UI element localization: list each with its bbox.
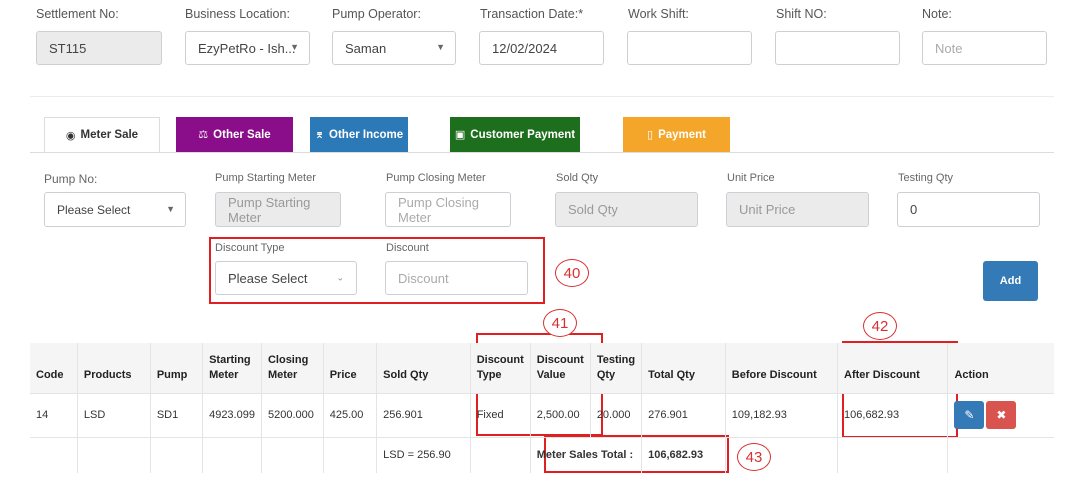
- testing-qty-label: Testing Qty: [898, 172, 954, 184]
- cell-discount-type: Fixed: [470, 392, 531, 437]
- settlement-no-field: ST115: [36, 31, 162, 65]
- business-location-label: Business Location:: [185, 7, 290, 21]
- settlement-no-label: Settlement No:: [36, 7, 119, 21]
- note-input[interactable]: Note: [922, 31, 1047, 65]
- pump-starting-meter-label: Pump Starting Meter: [215, 172, 316, 184]
- col-total-qty: Total Qty: [641, 343, 726, 393]
- cell-total-qty: 276.901: [641, 392, 726, 437]
- col-after-discount: After Discount: [837, 343, 949, 393]
- tab-payment[interactable]: ▯ Payment: [623, 117, 730, 152]
- col-discount-type: Discount Type: [470, 343, 531, 393]
- shift-no-input[interactable]: [775, 31, 900, 65]
- tab-other-income-label: Other Income: [329, 128, 404, 141]
- annotation-box-discount-fields: [209, 237, 545, 304]
- table-header-row: Code Products Pump Starting Meter Closing…: [30, 343, 1054, 393]
- cell-products: LSD: [77, 392, 151, 437]
- work-shift-input[interactable]: [627, 31, 752, 65]
- cell-sold-qty: 256.901: [376, 392, 471, 437]
- caret-down-icon: ▼: [290, 42, 299, 52]
- col-sold-qty: Sold Qty: [376, 343, 471, 393]
- cell-pump: SD1: [150, 392, 204, 437]
- header-divider: [30, 96, 1054, 97]
- meter-sales-table: Code Products Pump Starting Meter Closing…: [30, 343, 1054, 473]
- unit-price-label: Unit Price: [727, 172, 775, 184]
- cell-price: 425.00: [323, 392, 378, 437]
- col-testing-qty: Testing Qty: [590, 343, 643, 393]
- callout-40: 40: [555, 259, 589, 287]
- tab-underline: [30, 152, 1054, 153]
- col-price: Price: [323, 343, 378, 393]
- caret-down-icon: ▼: [166, 203, 175, 214]
- col-code: Code: [30, 343, 78, 393]
- edit-icon[interactable]: ✎: [954, 401, 985, 429]
- transaction-date-input[interactable]: 12/02/2024: [479, 31, 604, 65]
- callout-41: 41: [543, 309, 577, 337]
- pump-operator-select[interactable]: Saman ▼: [332, 31, 456, 65]
- cell-testing-qty: 20.000: [590, 392, 643, 437]
- col-before-discount: Before Discount: [725, 343, 839, 393]
- tab-customer-payment-label: Customer Payment: [470, 128, 576, 141]
- cell-action: ✎ ✖: [947, 392, 1054, 437]
- tab-other-sale-label: Other Sale: [213, 128, 271, 141]
- cell-closing-meter: 5200.000: [261, 392, 324, 437]
- pump-starting-meter-input[interactable]: Pump Starting Meter: [215, 192, 341, 227]
- testing-qty-input[interactable]: 0: [897, 192, 1040, 227]
- sold-qty-label: Sold Qty: [556, 172, 599, 184]
- callout-42: 42: [863, 312, 897, 340]
- pump-no-select[interactable]: Please Select ▼: [44, 192, 186, 227]
- credit-card-icon: ▯: [647, 129, 654, 141]
- table-row: 14 LSD SD1 4923.099 5200.000 425.00 256.…: [30, 392, 1054, 437]
- cell-code: 14: [30, 392, 78, 437]
- pump-closing-meter-input[interactable]: Pump Closing Meter: [385, 192, 511, 227]
- cell-before-discount: 109,182.93: [725, 392, 839, 437]
- cell-after-discount: 106,682.93: [837, 392, 949, 437]
- work-shift-label: Work Shift:: [628, 7, 689, 21]
- tab-payment-label: Payment: [658, 128, 706, 141]
- balance-scale-icon: ⚖: [198, 129, 209, 141]
- transaction-date-label: Transaction Date:*: [480, 7, 584, 21]
- tab-other-sale[interactable]: ⚖ Other Sale: [176, 117, 293, 152]
- col-action: Action: [947, 343, 1054, 393]
- table-total-row: LSD = 256.90 Meter Sales Total : 106,682…: [30, 436, 1054, 473]
- note-label: Note:: [922, 7, 952, 21]
- delete-icon[interactable]: ✖: [986, 401, 1017, 429]
- cell-discount-value: 2,500.00: [530, 392, 591, 437]
- pump-closing-meter-label: Pump Closing Meter: [386, 172, 486, 184]
- tab-meter-sale[interactable]: ◉ Meter Sale: [44, 117, 160, 153]
- business-location-value: EzyPetRo - Ish...: [198, 40, 296, 56]
- shift-no-label: Shift NO:: [776, 7, 827, 21]
- tab-customer-payment[interactable]: ▣ Customer Payment: [450, 117, 580, 152]
- add-button[interactable]: Add: [983, 261, 1038, 301]
- col-discount-value: Discount Value: [530, 343, 591, 393]
- product-total: LSD = 256.90: [376, 436, 471, 473]
- pump-operator-value: Saman: [345, 40, 387, 56]
- col-closing-meter: Closing Meter: [261, 343, 324, 393]
- pump-operator-label: Pump Operator:: [332, 7, 421, 21]
- col-products: Products: [77, 343, 151, 393]
- pump-no-label: Pump No:: [44, 172, 98, 186]
- sold-qty-input[interactable]: Sold Qty: [555, 192, 698, 227]
- thermometer-icon: ⌆: [314, 129, 325, 141]
- col-starting-meter: Starting Meter: [202, 343, 262, 393]
- unit-price-input[interactable]: Unit Price: [726, 192, 869, 227]
- business-location-select[interactable]: EzyPetRo - Ish... ▼: [185, 31, 310, 65]
- meter-sales-total-label: Meter Sales Total :: [530, 436, 643, 473]
- tab-other-income[interactable]: ⌆ Other Income: [310, 117, 408, 152]
- meter-sales-total-value: 106,682.93: [641, 436, 726, 473]
- dashboard-icon: ◉: [65, 129, 76, 142]
- col-pump: Pump: [150, 343, 204, 393]
- pump-no-value: Please Select: [57, 202, 131, 217]
- tab-meter-sale-label: Meter Sale: [80, 129, 139, 141]
- cell-starting-meter: 4923.099: [202, 392, 262, 437]
- money-bill-icon: ▣: [454, 129, 466, 141]
- caret-down-icon: ▼: [436, 42, 445, 52]
